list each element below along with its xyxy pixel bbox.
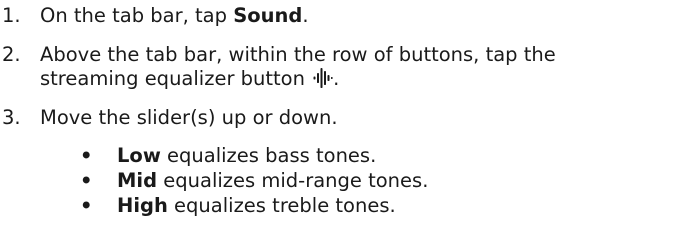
- mid-label: Mid: [117, 169, 158, 192]
- step-text-prefix: streaming equalizer button: [40, 67, 312, 90]
- step-text: On the tab bar, tap Sound.: [40, 4, 309, 28]
- step-text-suffix: .: [333, 67, 340, 90]
- low-label: Low: [117, 144, 161, 167]
- bullet-text: Low equalizes bass tones.: [117, 144, 376, 168]
- step-text-prefix: On the tab bar, tap: [40, 4, 234, 27]
- step-text-line-2: streaming equalizer button .: [40, 67, 339, 91]
- step-number: 2.: [2, 43, 21, 66]
- high-label: High: [117, 194, 168, 217]
- streaming-equalizer-icon: [313, 68, 333, 88]
- instructions-document: 1. On the tab bar, tap Sound. 2. Above t…: [0, 0, 679, 242]
- bullet-marker: •: [80, 144, 93, 167]
- step-text: Move the slider(s) up or down.: [40, 106, 338, 129]
- bullet-description: equalizes mid-range tones.: [157, 169, 429, 192]
- step-number: 1.: [2, 4, 21, 27]
- bullet-marker: •: [80, 169, 93, 192]
- step-number: 3.: [2, 106, 21, 129]
- bullet-text: High equalizes treble tones.: [117, 194, 396, 218]
- bullet-text: Mid equalizes mid-range tones.: [117, 169, 428, 193]
- bullet-marker: •: [80, 194, 93, 217]
- bullet-description: equalizes bass tones.: [160, 144, 377, 167]
- step-text-line-1: Above the tab bar, within the row of but…: [40, 43, 556, 66]
- step-text-suffix: .: [302, 4, 309, 27]
- bullet-description: equalizes treble tones.: [167, 194, 396, 217]
- sound-tab-label: Sound: [233, 4, 303, 27]
